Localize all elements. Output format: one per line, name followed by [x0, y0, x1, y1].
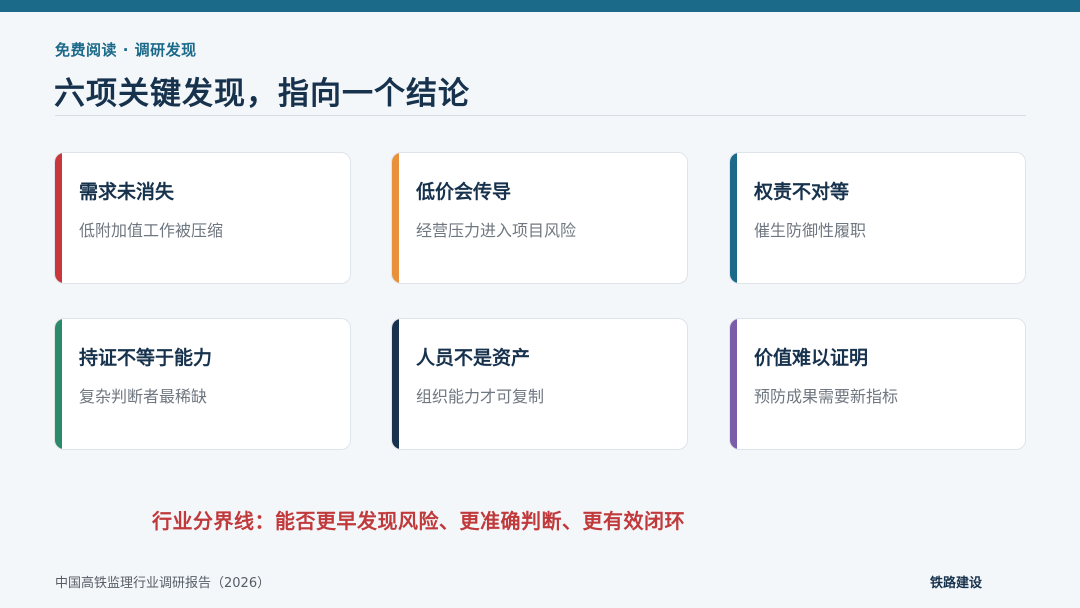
- card-accent-stripe: [55, 319, 62, 449]
- card-accent-stripe: [730, 153, 737, 283]
- card-title: 价值难以证明: [754, 347, 869, 369]
- card-description: 预防成果需要新指标: [754, 387, 899, 406]
- section-eyebrow: 免费阅读 · 调研发现: [55, 41, 197, 59]
- finding-card-3: 权责不对等 催生防御性履职: [729, 152, 1026, 284]
- top-accent-bar: [0, 0, 1080, 12]
- conclusion-statement: 行业分界线：能否更早发现风险、更准确判断、更有效闭环: [152, 509, 685, 533]
- finding-card-6: 价值难以证明 预防成果需要新指标: [729, 318, 1026, 450]
- card-accent-stripe: [55, 153, 62, 283]
- card-accent-stripe: [392, 153, 399, 283]
- card-accent-stripe: [392, 319, 399, 449]
- card-title: 权责不对等: [754, 181, 850, 203]
- footer-tag: 铁路建设: [930, 576, 983, 591]
- card-accent-stripe: [730, 319, 737, 449]
- card-description: 经营压力进入项目风险: [416, 221, 577, 240]
- card-title: 人员不是资产: [416, 347, 531, 369]
- title-divider: [55, 115, 1026, 116]
- card-description: 催生防御性履职: [754, 221, 867, 240]
- slide: 免费阅读 · 调研发现 六项关键发现，指向一个结论 需求未消失 低附加值工作被压…: [0, 0, 1080, 608]
- card-title: 持证不等于能力: [79, 347, 213, 369]
- card-description: 组织能力才可复制: [416, 387, 545, 406]
- card-description: 低附加值工作被压缩: [79, 221, 224, 240]
- finding-card-1: 需求未消失 低附加值工作被压缩: [54, 152, 351, 284]
- card-title: 低价会传导: [416, 181, 512, 203]
- card-title: 需求未消失: [79, 181, 175, 203]
- finding-card-5: 人员不是资产 组织能力才可复制: [391, 318, 688, 450]
- finding-card-2: 低价会传导 经营压力进入项目风险: [391, 152, 688, 284]
- card-description: 复杂判断者最稀缺: [79, 387, 208, 406]
- footer-source: 中国高铁监理行业调研报告（2026）: [55, 576, 271, 591]
- page-title: 六项关键发现，指向一个结论: [54, 76, 470, 112]
- finding-card-4: 持证不等于能力 复杂判断者最稀缺: [54, 318, 351, 450]
